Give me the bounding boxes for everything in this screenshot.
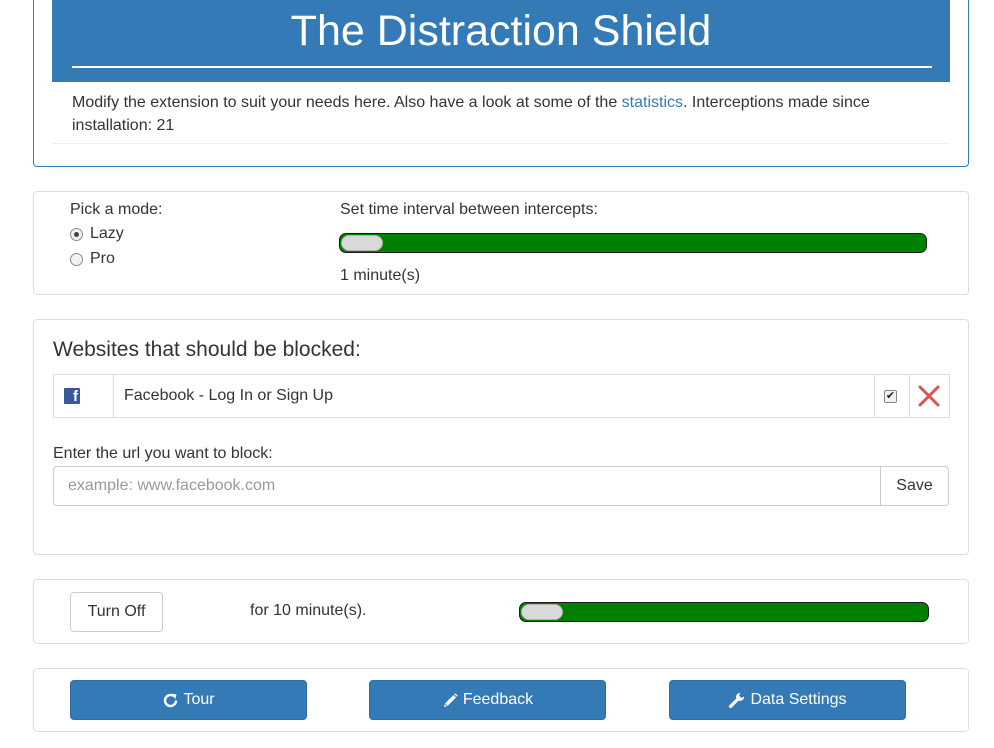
save-button[interactable]: Save <box>880 466 949 506</box>
cell-divider <box>113 375 114 417</box>
intro-text: Modify the extension to suit your needs … <box>72 91 942 137</box>
mode-option-pro[interactable]: Pro <box>70 250 115 268</box>
radio-pro[interactable] <box>70 252 83 266</box>
turn-off-panel: Turn Off for 10 minute(s). <box>33 579 969 644</box>
blocked-sites-title: Websites that should be blocked: <box>53 338 361 361</box>
turn-off-slider-handle[interactable] <box>521 604 563 620</box>
cell-divider <box>874 375 875 417</box>
radio-lazy[interactable] <box>70 227 83 241</box>
mode-panel: Pick a mode: Lazy Pro Set time interval … <box>33 191 969 295</box>
feedback-button[interactable]: Feedback <box>369 680 606 720</box>
actions-panel: Tour Feedback Data Settings <box>33 668 969 732</box>
blocked-sites-panel: Websites that should be blocked: f Faceb… <box>33 319 969 555</box>
interval-slider[interactable] <box>339 233 927 253</box>
refresh-icon <box>164 693 178 707</box>
turn-off-slider[interactable] <box>519 602 929 622</box>
site-icon-cell: f <box>64 375 104 417</box>
pencil-icon <box>443 692 458 707</box>
feedback-label: Feedback <box>462 691 534 708</box>
interval-slider-handle[interactable] <box>341 235 383 251</box>
data-settings-button[interactable]: Data Settings <box>669 680 906 720</box>
mode-option-label: Pro <box>90 250 115 267</box>
cell-divider <box>909 375 910 417</box>
url-input[interactable] <box>53 466 881 506</box>
intro-divider <box>52 143 950 144</box>
title-divider <box>72 66 932 68</box>
intro-text-start: Modify the extension to suit your needs … <box>72 94 622 111</box>
mode-option-label: Lazy <box>90 225 124 242</box>
facebook-icon: f <box>64 388 80 405</box>
data-settings-label: Data Settings <box>750 691 847 708</box>
url-input-label: Enter the url you want to block: <box>53 445 273 462</box>
site-enabled-checkbox[interactable]: ✔ <box>884 389 897 403</box>
header-panel: The Distraction Shield Modify the extens… <box>33 0 969 167</box>
tour-button[interactable]: Tour <box>70 680 307 720</box>
mode-option-lazy[interactable]: Lazy <box>70 225 124 243</box>
statistics-link[interactable]: statistics <box>622 94 683 111</box>
turn-off-duration: for 10 minute(s). <box>250 602 367 619</box>
page-title: The Distraction Shield <box>290 7 712 55</box>
interval-label: Set time interval between intercepts: <box>340 201 598 218</box>
turn-off-button[interactable]: Turn Off <box>70 592 163 632</box>
delete-site-button[interactable] <box>918 375 942 417</box>
title-banner: The Distraction Shield <box>52 0 950 82</box>
tour-label: Tour <box>183 691 215 708</box>
site-name: Facebook - Log In or Sign Up <box>124 387 334 404</box>
wrench-icon <box>729 692 745 709</box>
pick-mode-label: Pick a mode: <box>70 201 163 218</box>
interval-value: 1 minute(s) <box>340 267 421 284</box>
site-enabled-cell: ✔ <box>884 375 904 417</box>
table-row: f Facebook - Log In or Sign Up ✔ <box>53 374 950 418</box>
delete-x-icon[interactable] <box>918 385 940 407</box>
